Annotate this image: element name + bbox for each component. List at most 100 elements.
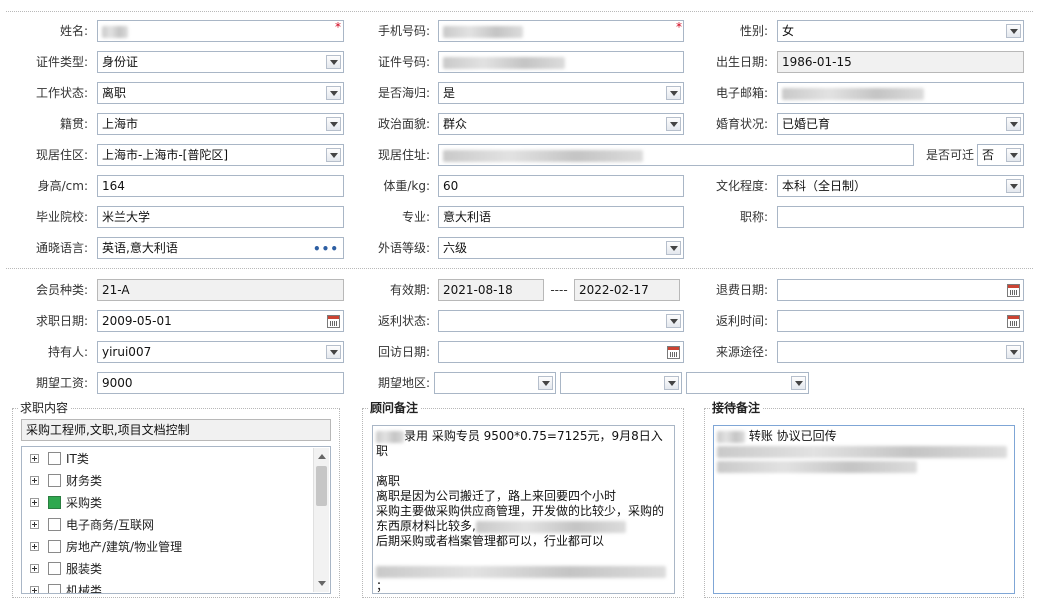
dropdown-arrow-icon[interactable] xyxy=(1006,24,1021,38)
salary-label: 期望工资: xyxy=(35,376,88,390)
calendar-icon[interactable] xyxy=(667,346,680,359)
expand-icon[interactable] xyxy=(30,476,39,485)
dropdown-arrow-icon[interactable] xyxy=(326,55,341,69)
refund-date-label: 退费日期: xyxy=(715,283,768,297)
scroll-thumb[interactable] xyxy=(316,466,327,506)
checkbox[interactable] xyxy=(48,474,61,487)
area-district-select[interactable] xyxy=(686,372,809,394)
lang-level-select[interactable]: 六级 xyxy=(438,237,684,259)
mobile-field[interactable] xyxy=(438,20,684,42)
education-select[interactable]: 本科（全日制） xyxy=(777,175,1024,197)
holder-value: yirui007 xyxy=(102,345,152,359)
dropdown-arrow-icon[interactable] xyxy=(326,345,341,359)
gender-value: 女 xyxy=(782,24,795,38)
native-select[interactable]: 上海市 xyxy=(97,113,344,135)
salary-value: 9000 xyxy=(102,376,133,390)
dropdown-arrow-icon[interactable] xyxy=(326,148,341,162)
dropdown-arrow-icon[interactable] xyxy=(664,376,679,390)
id-type-select[interactable]: 身份证 xyxy=(97,51,344,73)
salary-field[interactable]: 9000 xyxy=(97,372,344,394)
calendar-icon[interactable] xyxy=(1007,284,1020,297)
returnee-select[interactable]: 是 xyxy=(438,82,684,104)
holder-select[interactable]: yirui007 xyxy=(97,341,344,363)
gender-select[interactable]: 女 xyxy=(777,20,1024,42)
political-select[interactable]: 群众 xyxy=(438,113,684,135)
checkbox[interactable] xyxy=(48,562,61,575)
expand-icon[interactable] xyxy=(30,520,39,529)
address-label: 现居住址: xyxy=(377,148,430,162)
dropdown-arrow-icon[interactable] xyxy=(326,86,341,100)
refund-date-field[interactable] xyxy=(777,279,1024,301)
checkbox[interactable] xyxy=(48,518,61,531)
dropdown-arrow-icon[interactable] xyxy=(791,376,806,390)
reception-note-line-1: 转账 协议已回传 xyxy=(717,429,1011,444)
relocate-select[interactable]: 否 xyxy=(977,144,1024,166)
major-field[interactable]: 意大利语 xyxy=(438,206,684,228)
scroll-down-icon[interactable] xyxy=(318,581,326,586)
source-select[interactable] xyxy=(777,341,1024,363)
dropdown-arrow-icon[interactable] xyxy=(1006,345,1021,359)
region-select[interactable]: 上海市-上海市-[普陀区] xyxy=(97,144,344,166)
political-value: 群众 xyxy=(443,117,468,131)
name-field[interactable] xyxy=(97,20,344,42)
dropdown-arrow-icon[interactable] xyxy=(538,376,553,390)
title-field[interactable] xyxy=(777,206,1024,228)
dropdown-arrow-icon[interactable] xyxy=(326,117,341,131)
area-label: 期望地区: xyxy=(377,376,430,390)
checkbox-checked[interactable] xyxy=(48,496,61,509)
more-options-icon[interactable]: ••• xyxy=(313,243,339,255)
dropdown-arrow-icon[interactable] xyxy=(1006,179,1021,193)
validity-to-value: 2022-02-17 xyxy=(579,283,649,297)
checkbox[interactable] xyxy=(48,452,61,465)
height-field[interactable]: 164 xyxy=(97,175,344,197)
dropdown-arrow-icon[interactable] xyxy=(1006,148,1021,162)
work-status-select[interactable]: 离职 xyxy=(97,82,344,104)
expand-icon[interactable] xyxy=(30,542,39,551)
advisor-note-text-5: 东西原材料比较多, xyxy=(376,519,476,533)
address-field[interactable] xyxy=(438,144,914,166)
expand-icon[interactable] xyxy=(30,564,39,573)
school-field[interactable]: 米兰大学 xyxy=(97,206,344,228)
advisor-note-line-4: 采购主要做采购供应商管理，开发做的比较少，采购的 xyxy=(376,504,665,518)
id-number-field[interactable] xyxy=(438,51,684,73)
expand-icon[interactable] xyxy=(30,498,39,507)
language-field[interactable]: 英语,意大利语 ••• xyxy=(97,237,344,259)
checkbox[interactable] xyxy=(48,540,61,553)
dropdown-arrow-icon[interactable] xyxy=(666,86,681,100)
weight-value: 60 xyxy=(443,179,459,193)
advisor-note-line-3: 离职是因为公司搬迁了，路上来回要四个小时 xyxy=(376,489,617,503)
calendar-icon[interactable] xyxy=(1007,315,1020,328)
marital-select[interactable]: 已婚已育 xyxy=(777,113,1024,135)
dropdown-arrow-icon[interactable] xyxy=(1006,117,1021,131)
redacted-text xyxy=(376,565,666,578)
calendar-icon[interactable] xyxy=(327,315,340,328)
reception-notes-textarea[interactable]: 转账 协议已回传 xyxy=(713,425,1015,594)
expand-icon[interactable] xyxy=(30,586,39,593)
region-value: 上海市-上海市-[普陀区] xyxy=(102,148,229,162)
advisor-notes-textarea[interactable]: 录用 采购专员 9500*0.75=7125元，9月8日入职 离职 离职是因为公… xyxy=(372,425,675,594)
work-status-value: 离职 xyxy=(102,86,127,100)
expand-icon[interactable] xyxy=(30,454,39,463)
dropdown-arrow-icon[interactable] xyxy=(666,117,681,131)
email-field[interactable] xyxy=(777,82,1024,104)
dropdown-arrow-icon[interactable] xyxy=(666,241,681,255)
checkbox[interactable] xyxy=(48,584,61,593)
lang-level-label: 外语等级: xyxy=(377,241,430,255)
area-province-select[interactable] xyxy=(434,372,556,394)
advisor-note-line-2: 离职 xyxy=(376,474,401,488)
holder-label: 持有人: xyxy=(47,345,88,359)
tree-scrollbar[interactable] xyxy=(313,448,329,592)
revisit-label: 回访日期: xyxy=(377,345,430,359)
birth-value: 1986-01-15 xyxy=(782,55,852,69)
rebate-status-select[interactable] xyxy=(438,310,684,332)
job-date-field[interactable]: 2009-05-01 xyxy=(97,310,344,332)
revisit-date-field[interactable] xyxy=(438,341,684,363)
rebate-time-field[interactable] xyxy=(777,310,1024,332)
mobile-redacted xyxy=(443,25,523,38)
title-label: 职称: xyxy=(739,210,768,224)
weight-field[interactable]: 60 xyxy=(438,175,684,197)
member-type-value: 21-A xyxy=(102,283,130,297)
scroll-up-icon[interactable] xyxy=(318,454,326,459)
dropdown-arrow-icon[interactable] xyxy=(666,314,681,328)
area-city-select[interactable] xyxy=(560,372,682,394)
